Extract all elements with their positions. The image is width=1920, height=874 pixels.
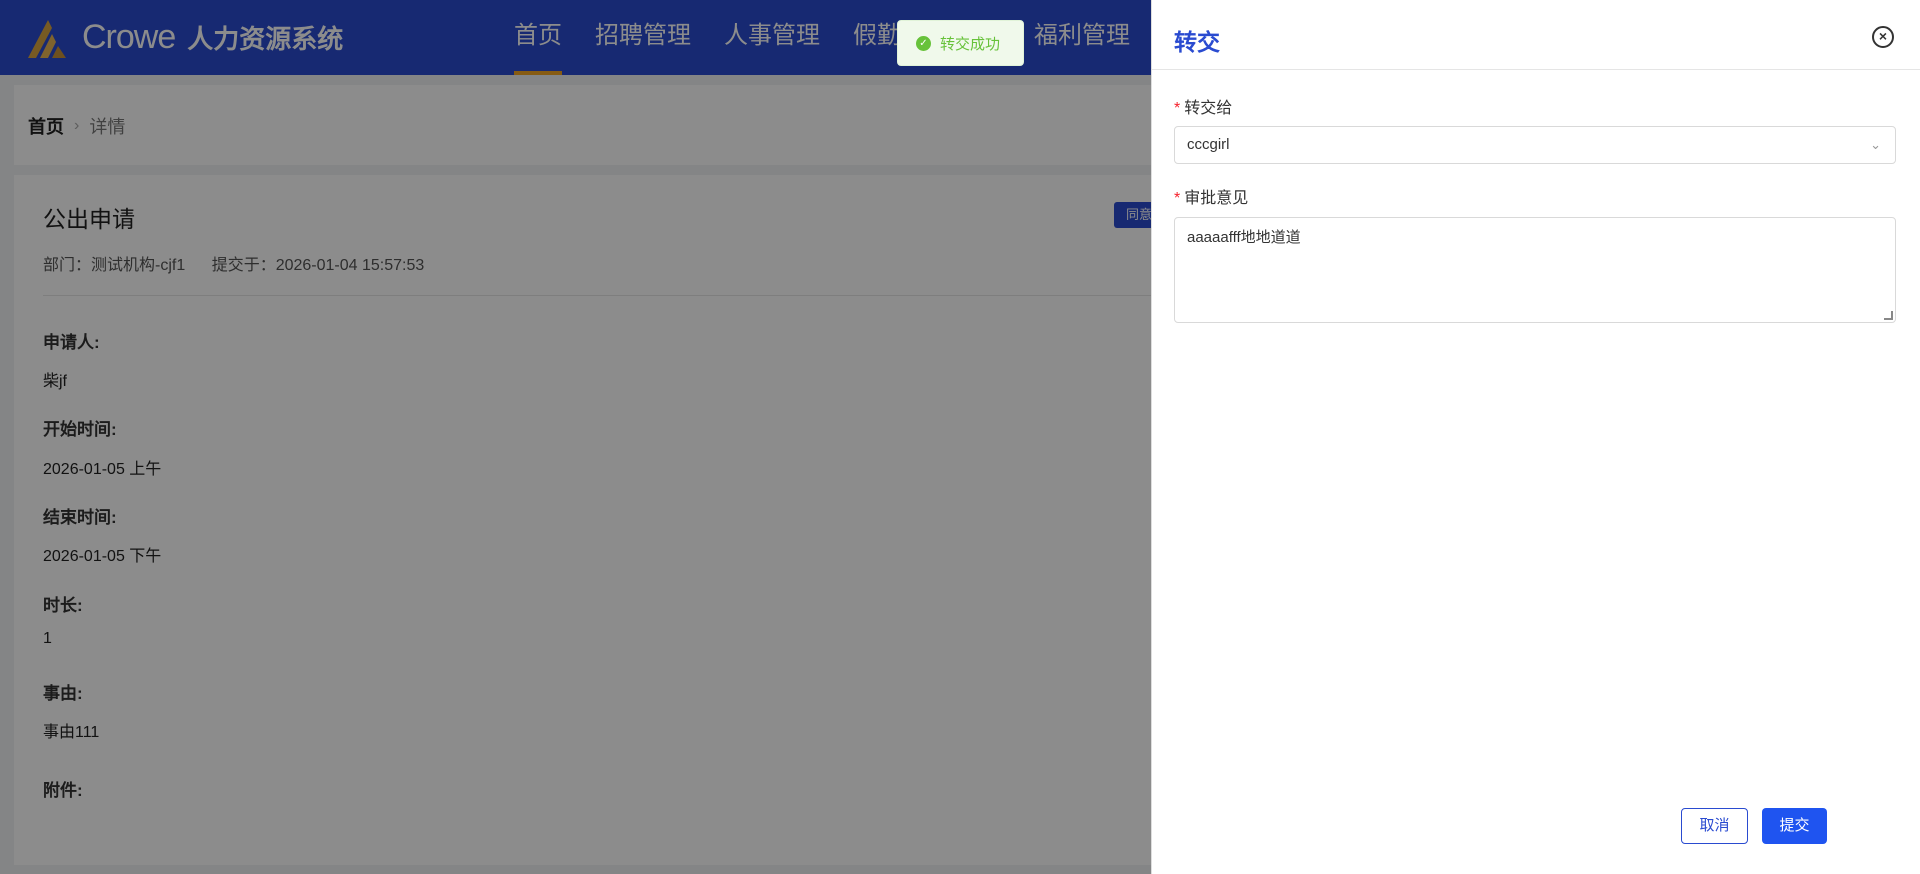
cancel-button[interactable]: 取消 [1681,808,1748,844]
transfer-drawer: 转交 × * 转交给 cccgirl ⌄ * 审批意见 aaaaafff地地道道 取… [1151,0,1920,874]
opinion-value: aaaaafff地地道道 [1187,229,1301,246]
transfer-to-value: cccgirl [1187,136,1230,153]
close-circle-icon[interactable]: × [1872,26,1894,48]
opinion-label: * 审批意见 [1174,184,1248,208]
resize-handle-icon[interactable] [1884,311,1893,320]
opinion-textarea[interactable]: aaaaafff地地道道 [1174,217,1896,323]
drawer-title: 转交 [1174,29,1220,55]
toast-message: 转交成功 [940,35,1001,53]
success-toast: ✓ 转交成功 [897,20,1024,66]
required-mark: * [1174,190,1181,207]
transfer-to-label-text: 转交给 [1184,100,1233,117]
transfer-to-select[interactable]: cccgirl ⌄ [1174,126,1896,164]
opinion-label-text: 审批意见 [1184,190,1249,207]
check-circle-icon: ✓ [916,35,931,51]
drawer-header: 转交 × [1152,0,1920,70]
transfer-to-label: * 转交给 [1174,94,1232,118]
required-mark: * [1174,100,1181,117]
chevron-down-icon: ⌄ [1870,137,1881,152]
submit-button[interactable]: 提交 [1762,808,1827,844]
